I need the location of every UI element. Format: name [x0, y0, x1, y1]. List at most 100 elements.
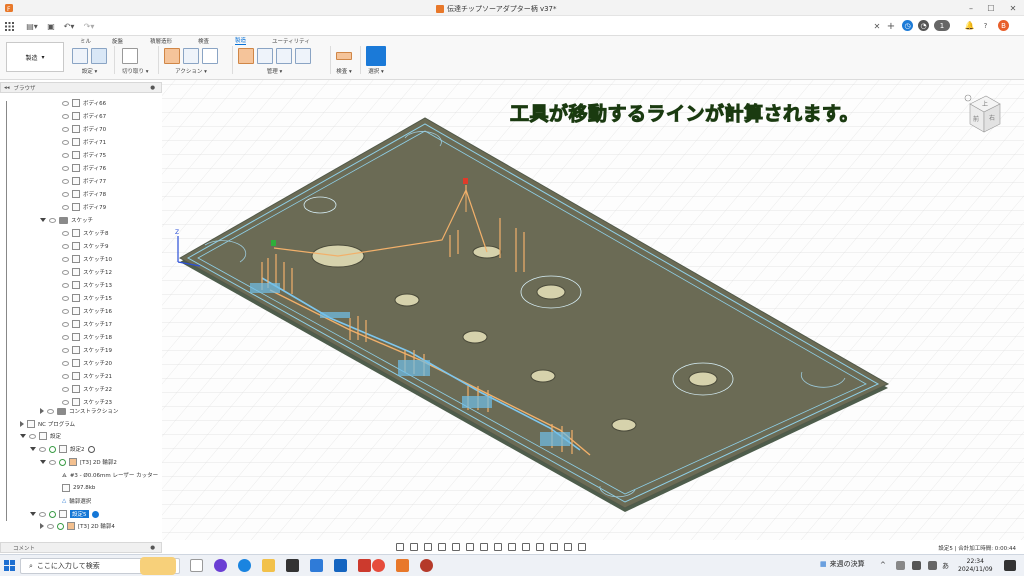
- expand-arrow-icon[interactable]: [40, 523, 44, 529]
- tree-folder-setups[interactable]: 設定: [20, 430, 61, 442]
- setup-icon[interactable]: [91, 48, 107, 64]
- tree-folder-construction[interactable]: コンストラクション: [40, 405, 118, 417]
- outlook-icon[interactable]: [334, 559, 347, 572]
- look-at-icon[interactable]: [410, 543, 418, 551]
- tree-item-setup5[interactable]: 設定5: [30, 508, 99, 520]
- group-setup-label[interactable]: 設定: [82, 69, 93, 75]
- visibility-eye-icon[interactable]: [29, 433, 36, 439]
- visibility-eye-icon[interactable]: [39, 446, 46, 452]
- tab-utilities[interactable]: ユーティリティ: [272, 36, 310, 45]
- visibility-eye-icon[interactable]: [62, 334, 69, 340]
- tab-inspection[interactable]: 検査: [198, 36, 209, 45]
- tree-item-body[interactable]: ボディ75: [62, 149, 106, 161]
- tool-library-icon[interactable]: [238, 48, 254, 64]
- simulation-icon[interactable]: [508, 543, 516, 551]
- maximize-button[interactable]: ☐: [984, 2, 998, 14]
- tree-item-operation[interactable]: [T3] 2D 輪郭4: [40, 520, 115, 532]
- rotate-icon[interactable]: [522, 543, 530, 551]
- tree-item-tool[interactable]: 🜁 #3 - Ø0.06mm レーザー カッター: [62, 469, 158, 481]
- visibility-eye-icon[interactable]: [62, 139, 69, 145]
- measure-icon[interactable]: [336, 52, 352, 60]
- post-library-icon[interactable]: [295, 48, 311, 64]
- store-icon[interactable]: [358, 559, 371, 572]
- mail-icon[interactable]: [310, 559, 323, 572]
- extensions-icon[interactable]: ◔: [918, 20, 929, 31]
- visibility-eye-icon[interactable]: [62, 360, 69, 366]
- windows-start-icon[interactable]: [4, 560, 15, 571]
- close-tab-icon[interactable]: ✕: [872, 20, 882, 32]
- grid-menu-icon[interactable]: [4, 20, 14, 32]
- visibility-eye-icon[interactable]: [62, 230, 69, 236]
- pin-icon[interactable]: ●: [150, 85, 155, 91]
- close-button[interactable]: ✕: [1006, 2, 1020, 14]
- tree-item-body[interactable]: ボディ79: [62, 201, 106, 213]
- setup-sheet-icon[interactable]: [202, 48, 218, 64]
- collapse-panel-icon[interactable]: ◂◂: [4, 85, 10, 91]
- tree-item-body[interactable]: ボディ70: [62, 123, 106, 135]
- visibility-eye-icon[interactable]: [62, 191, 69, 197]
- tree-folder-sketches[interactable]: スケッチ: [40, 214, 93, 226]
- visibility-eye-icon[interactable]: [62, 178, 69, 184]
- tree-item-setup2[interactable]: 設定2: [30, 443, 95, 455]
- volume-icon[interactable]: [928, 561, 937, 570]
- cutting-icon[interactable]: [122, 48, 138, 64]
- visibility-eye-icon[interactable]: [49, 217, 56, 223]
- redo-icon[interactable]: ↷▾: [82, 20, 96, 32]
- group-manage-label[interactable]: 管理: [267, 69, 278, 75]
- fit-icon[interactable]: [452, 543, 460, 551]
- new-tab-icon[interactable]: +: [886, 20, 896, 32]
- section-icon[interactable]: [536, 543, 544, 551]
- toolpath-display-icon[interactable]: [578, 543, 586, 551]
- group-actions-label[interactable]: アクション: [175, 69, 202, 75]
- expand-arrow-icon[interactable]: [30, 512, 36, 516]
- undo-icon[interactable]: ↶▾: [62, 20, 76, 32]
- app-icon[interactable]: [420, 559, 433, 572]
- task-view-icon[interactable]: [190, 559, 203, 572]
- viewcube[interactable]: 上 前 右: [964, 92, 1004, 136]
- tree-item-sketch[interactable]: スケッチ12: [62, 266, 112, 278]
- tree-item-operation[interactable]: [T3] 2D 輪郭2: [40, 456, 117, 468]
- tool-display-icon[interactable]: [550, 543, 558, 551]
- visibility-eye-icon[interactable]: [62, 282, 69, 288]
- workspace-switcher[interactable]: 製造 ▾: [6, 42, 64, 72]
- visibility-eye-icon[interactable]: [62, 126, 69, 132]
- tree-item-sketch[interactable]: スケッチ17: [62, 318, 112, 330]
- tree-item-sketch[interactable]: スケッチ16: [62, 305, 112, 317]
- model-canvas[interactable]: Z: [162, 80, 1024, 540]
- tree-item-sketch[interactable]: スケッチ13: [62, 279, 112, 291]
- tab-additive[interactable]: 積層造形: [150, 36, 172, 45]
- viewports-icon[interactable]: [494, 543, 502, 551]
- file-menu-icon[interactable]: ▤▾: [24, 20, 40, 32]
- visibility-eye-icon[interactable]: [47, 408, 54, 414]
- tree-item-sketch[interactable]: スケッチ18: [62, 331, 112, 343]
- tree-item-size[interactable]: 297.8kb: [62, 482, 95, 494]
- tree-item-nc-program[interactable]: NC プログラム: [20, 418, 75, 430]
- tab-fabrication[interactable]: 製造: [235, 36, 247, 45]
- display-settings-icon[interactable]: [466, 543, 474, 551]
- template-library-icon[interactable]: [276, 48, 292, 64]
- copilot-icon[interactable]: [214, 559, 227, 572]
- tree-item-body[interactable]: ボディ78: [62, 188, 106, 200]
- tree-item-sketch[interactable]: スケッチ9: [62, 240, 109, 252]
- visibility-eye-icon[interactable]: [62, 256, 69, 262]
- visibility-eye-icon[interactable]: [62, 152, 69, 158]
- visibility-eye-icon[interactable]: [62, 373, 69, 379]
- chrome-icon[interactable]: [372, 559, 385, 572]
- post-process-icon[interactable]: [183, 48, 199, 64]
- visibility-eye-icon[interactable]: [62, 386, 69, 392]
- expand-arrow-icon[interactable]: [40, 408, 44, 414]
- expand-arrow-icon[interactable]: [20, 434, 26, 438]
- visibility-eye-icon[interactable]: [62, 165, 69, 171]
- app-logo-icon[interactable]: F: [3, 2, 15, 14]
- tree-item-body[interactable]: ボディ71: [62, 136, 106, 148]
- notifications-count-icon[interactable]: 1: [934, 20, 950, 31]
- expand-arrow-icon[interactable]: [40, 218, 46, 222]
- expand-arrow-icon[interactable]: [40, 460, 46, 464]
- visibility-eye-icon[interactable]: [62, 295, 69, 301]
- tree-item-sketch[interactable]: スケッチ8: [62, 227, 109, 239]
- visibility-eye-icon[interactable]: [62, 347, 69, 353]
- visibility-eye-icon[interactable]: [62, 308, 69, 314]
- pan-icon[interactable]: [424, 543, 432, 551]
- visibility-eye-icon[interactable]: [49, 459, 56, 465]
- tab-lathe[interactable]: 旋盤: [112, 36, 123, 45]
